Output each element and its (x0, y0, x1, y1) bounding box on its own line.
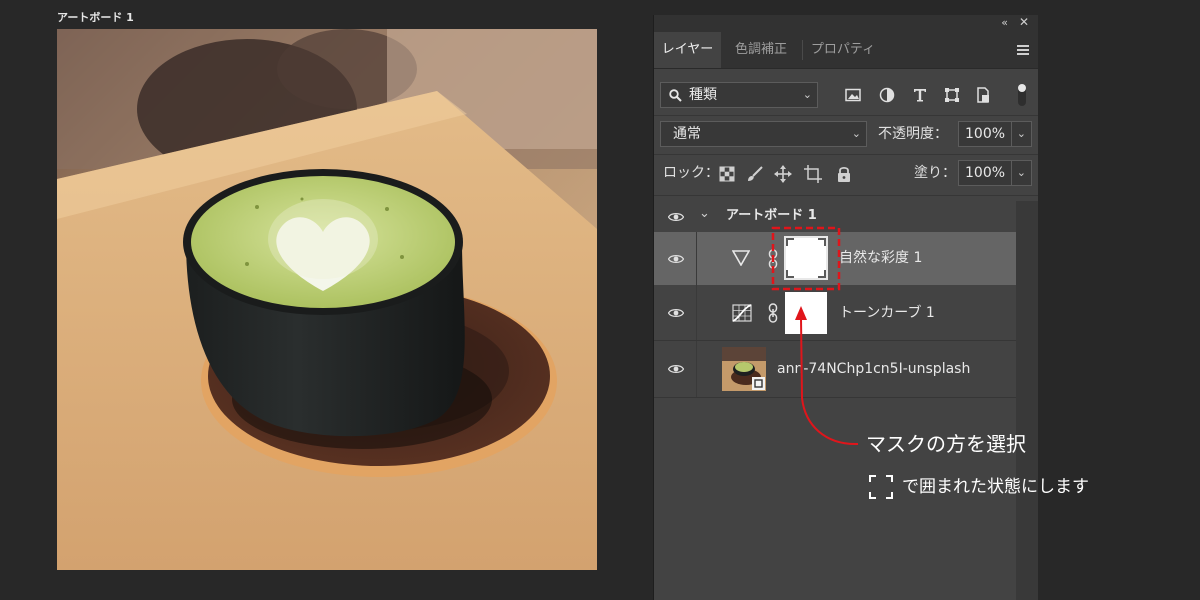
column-separator (696, 341, 697, 397)
lock-paint-icon[interactable] (746, 165, 764, 183)
fill-label: 塗り： (914, 165, 956, 181)
double-chevron-left-icon[interactable]: « (1001, 16, 1008, 29)
eye-icon[interactable] (668, 254, 684, 264)
eye-icon[interactable] (668, 212, 684, 222)
lock-row: ロック： 塗り： 100% ⌄ (654, 160, 1038, 188)
artboard-label: アートボード 1 (57, 11, 134, 24)
adjustment-filter-icon[interactable] (879, 87, 895, 103)
shape-filter-icon[interactable] (944, 87, 960, 103)
filter-kind-dropdown[interactable]: 種類 ⌄ (660, 82, 818, 108)
vibrance-adjustment-icon[interactable] (732, 250, 750, 266)
link-chain-icon[interactable] (768, 249, 778, 269)
chevron-down-icon[interactable]: ⌄ (1010, 122, 1026, 146)
blend-mode-dropdown[interactable]: 通常 ⌄ (660, 121, 867, 147)
filter-kind-label: 種類 (689, 87, 717, 103)
chevron-down-icon[interactable]: ⌄ (699, 206, 710, 221)
tab-layers[interactable]: レイヤー (654, 32, 721, 68)
chevron-down-icon: ⌄ (802, 88, 812, 101)
type-filter-icon[interactable] (912, 87, 928, 103)
panel-tab-bar: レイヤー 色調補正 プロパティ (654, 32, 1038, 69)
layer-mask-thumbnail[interactable] (785, 292, 827, 334)
artboard-canvas[interactable] (57, 29, 597, 570)
filter-toggle-switch[interactable] (1018, 84, 1026, 106)
link-chain-icon[interactable] (768, 303, 778, 323)
mask-selected-bracket-icon (786, 238, 826, 278)
layer-mask-thumbnail[interactable] (784, 236, 828, 280)
blend-mode-label: 通常 (673, 126, 701, 142)
opacity-value: 100% (965, 126, 1006, 142)
layer-name: 自然な彩度 1 (839, 250, 923, 266)
divider (654, 115, 1038, 116)
divider (654, 397, 1016, 398)
panel-title-bar: « ✕ (654, 15, 1038, 32)
photo-layer-thumbnail[interactable] (722, 347, 766, 391)
eye-icon[interactable] (668, 308, 684, 318)
image-filter-icon[interactable] (845, 87, 861, 103)
column-separator (696, 232, 697, 285)
layer-row-artboard[interactable]: ⌄ アートボード 1 (654, 201, 1016, 232)
selection-bracket-icon (869, 475, 893, 499)
lock-all-icon[interactable] (835, 165, 853, 183)
lock-position-icon[interactable] (774, 165, 792, 183)
layer-name: トーンカーブ 1 (839, 305, 935, 321)
curves-adjustment-icon[interactable] (732, 304, 752, 322)
fill-value: 100% (965, 165, 1006, 181)
tab-separator (802, 40, 803, 60)
close-icon[interactable]: ✕ (1019, 15, 1029, 29)
tab-adjustments[interactable]: 色調補正 (724, 32, 798, 68)
divider (654, 154, 1038, 155)
column-separator (696, 285, 697, 340)
opacity-label: 不透明度： (878, 126, 948, 142)
layer-row-photo[interactable]: ann-74NChp1cn5I-unsplash (654, 341, 1016, 397)
annotation-sub-line: で囲まれた状態にします (868, 472, 1089, 500)
chevron-down-icon: ⌄ (851, 127, 861, 140)
layer-filter-row: 種類 ⌄ (654, 82, 1038, 110)
lock-transparent-icon[interactable] (718, 165, 736, 183)
lock-artboard-icon[interactable] (804, 165, 822, 183)
search-icon (669, 89, 682, 102)
lock-label: ロック： (663, 165, 719, 181)
layer-name: ann-74NChp1cn5I-unsplash (777, 361, 971, 377)
blend-row: 通常 ⌄ 不透明度： 100% ⌄ (654, 121, 1038, 149)
divider (654, 195, 1038, 196)
matcha-latte-photo (57, 29, 597, 570)
layers-scrollbar[interactable] (1016, 201, 1038, 600)
smart-object-filter-icon[interactable] (975, 87, 991, 103)
opacity-field[interactable]: 100% ⌄ (958, 121, 1032, 147)
fill-field[interactable]: 100% ⌄ (958, 160, 1032, 186)
tab-properties[interactable]: プロパティ (806, 32, 880, 68)
annotation-main-text: マスクの方を選択 (866, 432, 1026, 456)
layer-row-curves[interactable]: トーンカーブ 1 (654, 285, 1016, 340)
hamburger-menu-icon[interactable] (1017, 45, 1029, 55)
layers-panel: « ✕ レイヤー 色調補正 プロパティ 種類 ⌄ 通常 ⌄ 不透明度： 100%… (653, 15, 1038, 600)
chevron-down-icon[interactable]: ⌄ (1010, 161, 1026, 185)
layer-name: アートボード 1 (726, 208, 817, 223)
eye-icon[interactable] (668, 364, 684, 374)
annotation-sub-text: で囲まれた状態にします (902, 477, 1089, 497)
layer-row-vibrance[interactable]: 自然な彩度 1 (654, 232, 1016, 285)
